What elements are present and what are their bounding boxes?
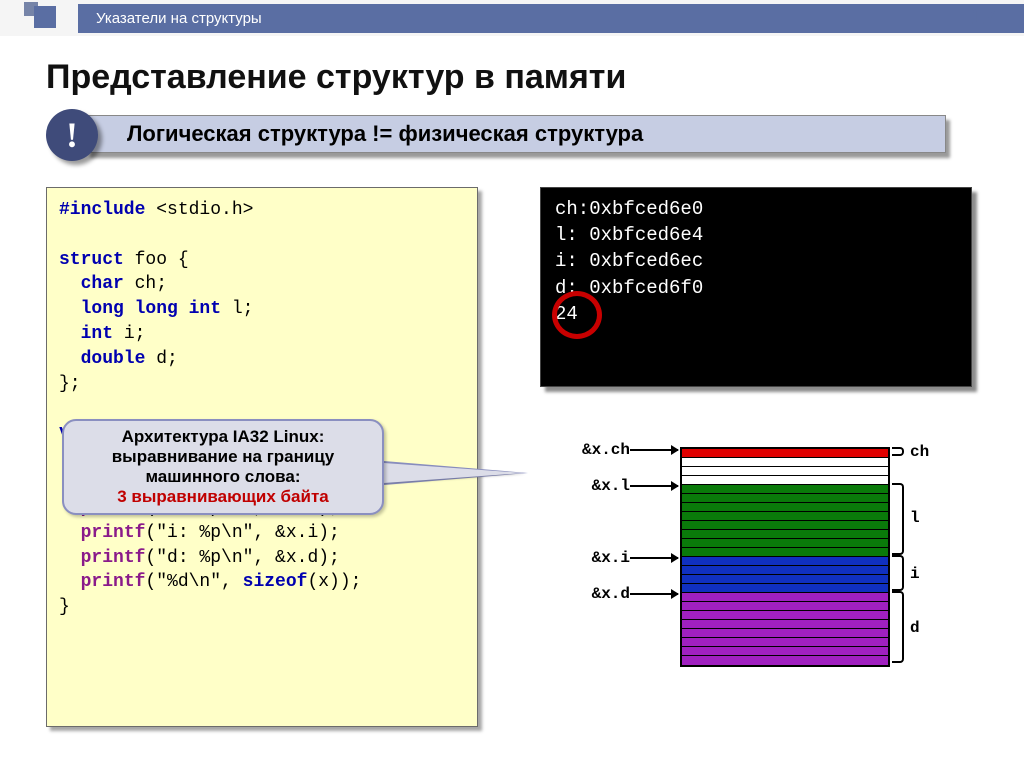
- callout-line: выравнивание на границу: [74, 447, 372, 467]
- highlight-circle: [552, 291, 602, 339]
- callout-line: машинного слова:: [74, 467, 372, 487]
- top-bar: Указатели на структуры 17: [0, 0, 1024, 36]
- callout-pointer-fill: [384, 463, 524, 483]
- arrow-icon: [630, 485, 678, 487]
- banner-text: Логическая структура != физическая струк…: [86, 115, 946, 153]
- callout-line: Архитектура IA32 Linux:: [74, 427, 372, 447]
- arrow-icon: [630, 557, 678, 559]
- label-ch: ch: [910, 443, 929, 461]
- callout-line-red: 3 выравнивающих байта: [74, 487, 372, 507]
- label-xl: &x.l: [560, 477, 630, 495]
- page-number: 17: [972, 4, 996, 30]
- brace: [892, 555, 904, 591]
- label-xd: &x.d: [560, 585, 630, 603]
- arrow-icon: [630, 449, 678, 451]
- banner: ! Логическая структура != физическая стр…: [46, 113, 956, 161]
- memory-stack: [680, 447, 890, 667]
- callout-box: Архитектура IA32 Linux: выравнивание на …: [62, 419, 384, 515]
- terminal-output: ch:0xbfced6e0 l: 0xbfced6e4 i: 0xbfced6e…: [540, 187, 972, 387]
- brace: [892, 591, 904, 663]
- arrow-icon: [630, 593, 678, 595]
- brace: [892, 447, 904, 456]
- label-xch: &x.ch: [560, 441, 630, 459]
- brace: [892, 483, 904, 555]
- label-l: l: [910, 509, 920, 527]
- label-xi: &x.i: [560, 549, 630, 567]
- page-title: Представление структур в памяти: [46, 58, 1024, 97]
- label-d: d: [910, 619, 920, 637]
- logo-squares: [24, 0, 72, 36]
- memory-diagram: &x.ch &x.l &x.i &x.d ch l i d: [560, 447, 980, 697]
- label-i: i: [910, 565, 920, 583]
- exclamation-icon: !: [46, 109, 98, 161]
- breadcrumb: Указатели на структуры: [78, 4, 1024, 33]
